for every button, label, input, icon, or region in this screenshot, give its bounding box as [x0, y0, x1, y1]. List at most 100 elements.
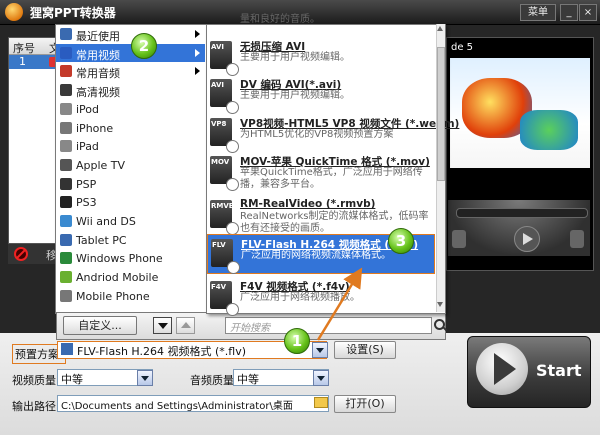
- row-number: 1: [19, 55, 26, 68]
- start-label[interactable]: Start: [536, 361, 582, 380]
- format-description: 广泛应用于网络视频播放。: [240, 292, 360, 303]
- settings-badge-icon: [226, 178, 239, 191]
- menu-item-高清视频[interactable]: 高清视频: [56, 81, 205, 99]
- ipad-icon: [60, 140, 72, 153]
- format-option[interactable]: F4V F4V 视频格式 (*.f4v) 广泛应用于网络视频播放。: [207, 277, 435, 321]
- menu-item-label: iPhone: [76, 121, 114, 135]
- menu-item-label: Mobile Phone: [76, 289, 150, 303]
- video-format-icon: RMVB: [210, 200, 239, 235]
- format-title: RM-RealVideo (*.rmvb): [240, 198, 376, 210]
- scroll-up-button[interactable]: [176, 317, 195, 334]
- play-icon[interactable]: [514, 226, 540, 252]
- menu-item-label: iPad: [76, 140, 99, 154]
- slide-illustration-2: [520, 110, 578, 150]
- next-button[interactable]: [570, 230, 584, 248]
- menu-item-label: Windows Phone: [76, 252, 163, 266]
- folder-icon[interactable]: [314, 397, 328, 408]
- format-icon-text: F4V: [211, 283, 227, 291]
- menu-item-ipod[interactable]: iPod: [56, 100, 205, 118]
- menu-item-tablet-pc[interactable]: Tablet PC: [56, 231, 205, 249]
- search-icon[interactable]: [434, 319, 445, 330]
- audio-quality-value[interactable]: 中等: [237, 371, 259, 387]
- menu-item-ps3[interactable]: PS3: [56, 193, 205, 211]
- setup-button[interactable]: 设置(S): [334, 341, 396, 359]
- chevron-right-icon: [195, 67, 200, 76]
- format-option[interactable]: AVI DV 编码 AVI(*.avi) 主要用于用户视频编辑。: [207, 75, 435, 119]
- menu-item-常用音频[interactable]: 常用音频: [56, 62, 205, 80]
- film-icon: [60, 46, 72, 59]
- close-button[interactable]: ×: [579, 4, 597, 21]
- video-quality-label: 视频质量:: [12, 374, 60, 387]
- table-row[interactable]: 1: [9, 55, 61, 69]
- settings-badge-icon: [226, 101, 239, 114]
- scroll-up-arrow-icon[interactable]: [437, 26, 443, 31]
- step-badge-2: 2: [131, 33, 157, 59]
- format-description: 主要用于用户视频编辑。: [240, 52, 350, 63]
- slide-label: de 5: [451, 42, 474, 53]
- menu-item-最近使用[interactable]: 最近使用: [56, 25, 205, 43]
- music-icon: [60, 65, 72, 78]
- video-format-icon: F4V: [210, 281, 239, 316]
- scroll-down-button[interactable]: [153, 317, 172, 334]
- ps3-icon: [60, 196, 72, 209]
- format-icon-text: FLV: [212, 241, 226, 249]
- scroll-down-arrow-icon[interactable]: [437, 302, 443, 307]
- format-option[interactable]: 量和良好的音质。: [207, 12, 435, 36]
- menu-item-label: PS3: [76, 196, 97, 210]
- format-description: 主要用于用户视频编辑。: [240, 90, 350, 101]
- output-path-value[interactable]: C:\Documents and Settings\Administrator\…: [61, 397, 293, 412]
- format-option[interactable]: MOV MOV-苹果 QuickTime 格式 (*.mov) 苹果QuickTim…: [207, 152, 435, 196]
- menu-item-label: PSP: [76, 177, 97, 191]
- seek-slider[interactable]: [456, 208, 588, 218]
- chevron-right-icon: [195, 30, 200, 38]
- video-format-icon: AVI: [210, 41, 239, 76]
- minimize-button[interactable]: _: [560, 4, 578, 21]
- ipod-icon: [60, 102, 72, 115]
- step-badge-3: 3: [388, 228, 414, 254]
- video-quality-dropdown-button[interactable]: [137, 370, 153, 386]
- audio-quality-dropdown-button[interactable]: [313, 370, 329, 386]
- scrollbar-thumb[interactable]: [437, 47, 445, 181]
- format-description: 量和良好的音质。: [240, 14, 320, 25]
- video-format-icon: MOV: [210, 156, 239, 191]
- menu-item-wii-and-ds[interactable]: Wii and DS: [56, 212, 205, 230]
- wii-icon: [60, 215, 72, 227]
- menu-item-ipad[interactable]: iPad: [56, 137, 205, 155]
- tablet-icon: [60, 233, 72, 246]
- video-quality-value[interactable]: 中等: [61, 371, 83, 387]
- windows-phone-icon: [60, 252, 72, 265]
- start-arrow-icon[interactable]: [476, 343, 528, 395]
- menu-button[interactable]: 菜单: [520, 4, 556, 21]
- psp-icon: [60, 177, 72, 190]
- menu-item-andriod-mobile[interactable]: Andriod Mobile: [56, 268, 205, 286]
- menu-item-mobile-phone[interactable]: Mobile Phone: [56, 287, 205, 305]
- previous-button[interactable]: [452, 230, 466, 248]
- menu-item-label: iPod: [76, 102, 100, 116]
- format-icon-text: AVI: [211, 81, 224, 89]
- format-description: 苹果QuickTime格式，广泛应用于网络传播，兼容多平台。: [240, 167, 423, 190]
- clock-icon: [60, 28, 72, 40]
- open-button[interactable]: 打开(O): [334, 395, 396, 413]
- chevron-right-icon: [195, 48, 200, 57]
- file-list: 序号 文 1: [8, 37, 62, 264]
- custom-button[interactable]: 自定义...: [63, 316, 137, 335]
- video-format-icon: VP8: [210, 118, 239, 153]
- column-header-number[interactable]: 序号: [13, 40, 35, 56]
- menu-item-label: Wii and DS: [76, 215, 136, 228]
- menu-item-iphone[interactable]: iPhone: [56, 119, 205, 137]
- audio-quality-label: 音频质量:: [190, 374, 238, 387]
- menu-item-apple-tv[interactable]: Apple TV: [56, 156, 205, 174]
- menu-item-label: Andriod Mobile: [76, 271, 159, 285]
- preset-value[interactable]: FLV-Flash H.264 视频格式 (*.flv): [77, 343, 246, 359]
- preset-dropdown-button[interactable]: [312, 342, 328, 358]
- mobile-phone-icon: [60, 289, 72, 302]
- hd-icon: [60, 84, 72, 97]
- menu-item-label: Tablet PC: [76, 233, 127, 247]
- remove-icon[interactable]: [14, 247, 28, 261]
- format-icon-text: MOV: [211, 158, 230, 166]
- format-description: 为HTML5优化的VP8视频预置方案: [240, 129, 394, 140]
- search-placeholder: 开始搜索: [230, 323, 270, 334]
- menu-item-psp[interactable]: PSP: [56, 175, 205, 193]
- menu-item-windows-phone[interactable]: Windows Phone: [56, 249, 205, 267]
- app-title: 狸窝PPT转换器: [30, 6, 116, 20]
